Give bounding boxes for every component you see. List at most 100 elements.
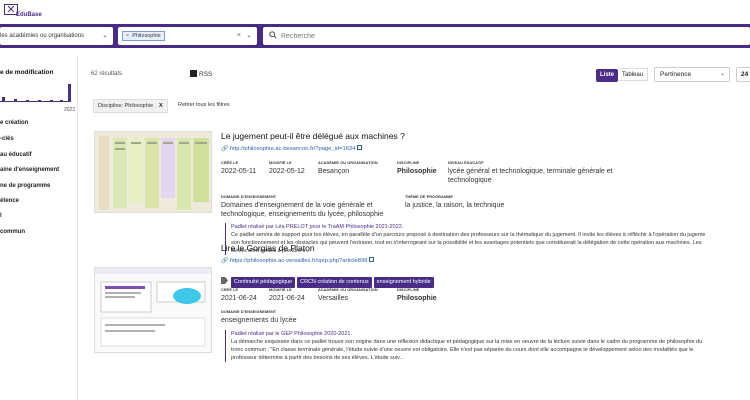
meta-value: Philosophie — [397, 295, 437, 302]
meta-label: MODIFIÉ LE — [269, 288, 292, 292]
chevron-down-icon: ⌄ — [246, 32, 252, 39]
desc-line: tronc commun : "En classe terminale géné… — [231, 347, 694, 353]
desc-line: Padlet réalisé par le GEP Philosophie 20… — [231, 331, 352, 337]
facet-level[interactable]: au éducatif — [0, 152, 32, 158]
meta-label: CRÉÉ LE — [221, 288, 239, 292]
rss-icon — [190, 70, 197, 77]
meta-domain: DOMAINE D'ENSEIGNEMENT Domaines d'enseign… — [221, 195, 393, 219]
clear-all-filters-link[interactable]: Retirer tous les filtres — [178, 102, 230, 108]
desc-line: La démarche esquissée dans ce padlet tro… — [231, 339, 703, 345]
histogram-bar[interactable] — [38, 100, 41, 102]
chevron-down-icon: ⌄ — [719, 71, 725, 77]
facet-competence[interactable]: étence — [0, 198, 19, 204]
result-title[interactable]: Lire le Gorgias de Platon — [221, 243, 315, 253]
result-url[interactable]: 🔗 https://philosophie.ac-versailles.fr/s… — [221, 257, 375, 264]
remove-filter-button[interactable]: X — [159, 103, 163, 109]
histogram-bar[interactable] — [68, 84, 71, 102]
facet-common[interactable]: commun — [0, 229, 25, 235]
meta-value: la justice, la raison, la technique — [405, 202, 505, 209]
keyword-tag[interactable]: Continuité pédagogique — [231, 277, 296, 288]
meta-modified: MODIFIÉ LE 2022-05-12 — [269, 161, 305, 176]
meta-academy: ACADÉMIE OU ORGANISATION Besançon — [318, 161, 378, 176]
meta-domain: DOMAINE D'ENSEIGNEMENT enseignements du l… — [221, 310, 393, 325]
meta-label: ACADÉMIE OU ORGANISATION — [318, 288, 378, 292]
facet-keywords[interactable]: -clés — [0, 136, 14, 142]
results-main: 62 résultats RSS Liste Tableau Pertinence… — [88, 56, 750, 400]
view-list-button[interactable]: Liste — [596, 69, 619, 82]
result-url-text: https://philosophie.ac-versailles.fr/spi… — [229, 258, 368, 264]
histogram-bar[interactable] — [26, 100, 29, 102]
discipline-tag-label: Philosophie — [132, 33, 161, 39]
discipline-select[interactable]: × Philosophie × ⌄ — [118, 27, 257, 45]
facet-sidebar: e de modification 2022 e création -clés … — [0, 56, 78, 400]
link-icon: 🔗 — [221, 146, 229, 152]
view-table-button[interactable]: Tableau — [618, 68, 649, 81]
meta-academy: ACADÉMIE OU ORGANISATION Versailles — [318, 288, 378, 303]
meta-value: Versailles — [318, 295, 348, 302]
meta-label: DISCIPLINE — [397, 161, 420, 165]
academy-select[interactable]: les académies ou organisations ⌄ — [0, 27, 113, 45]
histogram-bar[interactable] — [14, 99, 17, 102]
result-thumbnail[interactable] — [94, 267, 212, 353]
facet-theme[interactable]: ne de programme — [0, 183, 50, 189]
rss-link[interactable]: RSS — [190, 70, 212, 78]
result-thumbnail[interactable] — [94, 131, 212, 213]
chevron-down-icon: ⌄ — [102, 32, 108, 39]
view-toggle: Liste Tableau — [596, 68, 649, 82]
desc-line: Ce padlet servira de support pour les él… — [231, 232, 706, 238]
meta-created: CRÉÉ LE 2021-06-24 — [221, 288, 257, 303]
top-header: ⨉ EduBase — [0, 0, 750, 24]
facet-creation[interactable]: e création — [0, 120, 28, 126]
meta-value: Besançon — [318, 168, 350, 175]
meta-label: DOMAINE D'ENSEIGNEMENT — [221, 310, 277, 314]
search-input[interactable] — [281, 29, 581, 43]
meta-discipline: DISCIPLINE Philosophie — [397, 161, 437, 176]
meta-value: Domaines d'enseignement de la voie génér… — [221, 202, 384, 218]
meta-label: THÈME DE PROGRAMME — [405, 195, 453, 199]
histogram-bar[interactable] — [60, 100, 63, 102]
histogram-bar[interactable] — [2, 97, 5, 102]
sort-select[interactable]: Pertinence ⌄ — [654, 67, 730, 82]
meta-label: DOMAINE D'ENSEIGNEMENT — [221, 195, 277, 199]
result-card: Lire le Gorgias de Platon 🔗 https://phil… — [94, 243, 750, 400]
desc-line: Padlet réalisé par Léa PRELOT pour le Tr… — [231, 224, 404, 230]
facet-title-modification: e de modification — [0, 69, 54, 76]
histogram-axis — [0, 101, 68, 102]
sort-value: Pertinence — [660, 71, 692, 78]
results-count: 62 résultats — [91, 71, 123, 77]
meta-value: 2021-06-24 — [269, 295, 305, 302]
result-url[interactable]: 🔗 http://philosophie.ac-besancon.fr/?pag… — [221, 145, 363, 152]
padlet-preview-image — [95, 132, 211, 212]
keyword-tag[interactable]: CRCN création de contenus — [297, 277, 372, 288]
per-page-select[interactable]: 24 — [736, 67, 750, 82]
site-logo[interactable]: ⨉ EduBase — [4, 4, 50, 20]
desc-line: professeur détermine à partir des besoin… — [231, 355, 405, 361]
external-link-icon — [357, 145, 363, 150]
result-title[interactable]: Le jugement peut-il être délégué aux mac… — [221, 131, 405, 141]
result-description: Padlet réalisé par le GEP Philosophie 20… — [225, 330, 750, 362]
meta-value: 2021-06-24 — [221, 295, 257, 302]
tag-remove-icon[interactable]: × — [126, 33, 129, 39]
facet-l[interactable]: l — [0, 213, 2, 219]
link-icon: 🔗 — [221, 258, 229, 264]
search-box[interactable] — [263, 27, 750, 45]
meta-label: ACADÉMIE OU ORGANISATION — [318, 161, 378, 165]
keyword-tag[interactable]: enseignement hybride — [373, 277, 434, 288]
external-link-icon — [369, 257, 375, 262]
meta-level: NIVEAU ÉDUCATIF lycée général et technolo… — [448, 161, 618, 185]
facet-domain[interactable]: aine d'enseignement — [0, 167, 59, 173]
result-url-text: http://philosophie.ac-besancon.fr/?page_… — [229, 146, 356, 152]
meta-value: Philosophie — [397, 168, 437, 175]
meta-value: 2022-05-12 — [269, 168, 305, 175]
clear-icon[interactable]: × — [237, 27, 241, 45]
date-histogram[interactable] — [0, 82, 74, 102]
academy-select-value: les académies ou organisations — [0, 33, 85, 39]
histogram-year-label: 2022 — [64, 107, 76, 113]
histogram-bar[interactable] — [50, 100, 53, 102]
discipline-tag[interactable]: × Philosophie — [122, 31, 165, 41]
active-filter-chip[interactable]: Discipline: Philosophie X — [93, 99, 168, 113]
meta-label: MODIFIÉ LE — [269, 161, 292, 165]
padlet-preview-image — [95, 268, 211, 352]
meta-discipline: DISCIPLINE Philosophie — [397, 288, 437, 303]
meta-modified: MODIFIÉ LE 2021-06-24 — [269, 288, 305, 303]
